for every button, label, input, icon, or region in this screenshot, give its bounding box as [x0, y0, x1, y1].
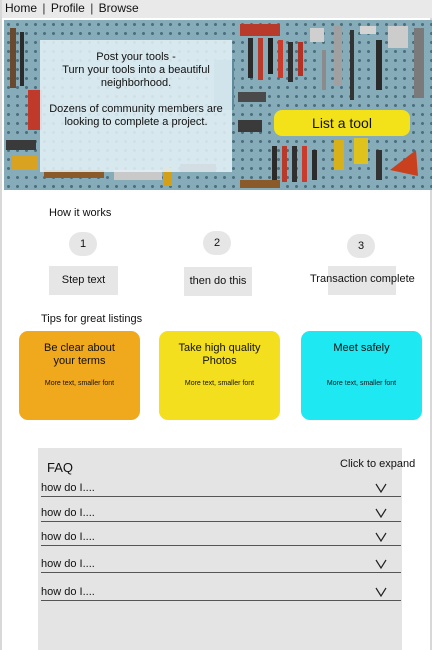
faq-item[interactable]: how do I....: [41, 581, 401, 601]
how-it-works-title: How it works: [49, 207, 112, 219]
faq-question: how do I....: [41, 558, 95, 570]
tip-card-photos: Take high quality Photos More text, smal…: [159, 331, 280, 420]
hero-community-text: Dozens of community members are looking …: [49, 103, 223, 128]
faq-panel: FAQ Click to expand how do I.... how do …: [38, 448, 415, 650]
list-a-tool-button[interactable]: List a tool: [274, 110, 410, 136]
tips-title: Tips for great listings: [41, 313, 143, 325]
page: Home | Profile | Browse Post your tools …: [0, 0, 432, 650]
hero-text-box: Post your tools - Turn your tools into a…: [40, 40, 232, 172]
tip-card-title: Meet safely: [333, 342, 390, 354]
step-number-2: 2: [203, 231, 231, 255]
hero-subheadline: Turn your tools into a beautiful neighbo…: [62, 64, 210, 89]
top-nav: Home | Profile | Browse: [2, 0, 432, 18]
tip-card-terms: Be clear about your terms More text, sma…: [19, 331, 140, 420]
tip-card-subtext: More text, smaller font: [184, 380, 255, 387]
nav-profile-link[interactable]: Profile: [51, 1, 85, 15]
faq-item[interactable]: how do I....: [41, 502, 401, 522]
step-text-2: then do this: [184, 267, 252, 296]
step-text-1: Step text: [49, 266, 118, 295]
chevron-down-icon[interactable]: [375, 532, 387, 542]
chevron-down-icon[interactable]: [375, 559, 387, 569]
tip-card-subtext: More text, smaller font: [44, 380, 115, 387]
step-number-1: 1: [69, 232, 97, 256]
faq-question: how do I....: [41, 531, 95, 543]
chevron-down-icon[interactable]: [375, 508, 387, 518]
faq-item[interactable]: how do I....: [41, 526, 401, 546]
faq-question: how do I....: [41, 482, 95, 494]
nav-home-link[interactable]: Home: [5, 1, 37, 15]
faq-item[interactable]: how do I....: [41, 477, 401, 497]
chevron-down-icon[interactable]: [375, 587, 387, 597]
tip-card-safety: Meet safely More text, smaller font: [301, 331, 422, 420]
chevron-down-icon[interactable]: [375, 483, 387, 493]
faq-question: how do I....: [41, 586, 95, 598]
step-number-3: 3: [347, 234, 375, 258]
nav-separator: |: [42, 1, 46, 15]
faq-item[interactable]: how do I....: [41, 553, 401, 573]
nav-browse-link[interactable]: Browse: [99, 1, 139, 15]
faq-question: how do I....: [41, 507, 95, 519]
tip-card-title: Be clear about your terms: [44, 342, 115, 367]
faq-title: FAQ: [47, 460, 74, 475]
tip-card-title: Take high quality Photos: [178, 342, 261, 367]
tip-card-subtext: More text, smaller font: [326, 380, 397, 387]
hero-banner: Post your tools - Turn your tools into a…: [4, 20, 432, 190]
nav-separator: |: [90, 1, 94, 15]
faq-expand-hint: Click to expand: [340, 458, 416, 470]
step-text-3: Transaction complete: [310, 266, 415, 295]
hero-headline: Post your tools -: [96, 51, 176, 63]
